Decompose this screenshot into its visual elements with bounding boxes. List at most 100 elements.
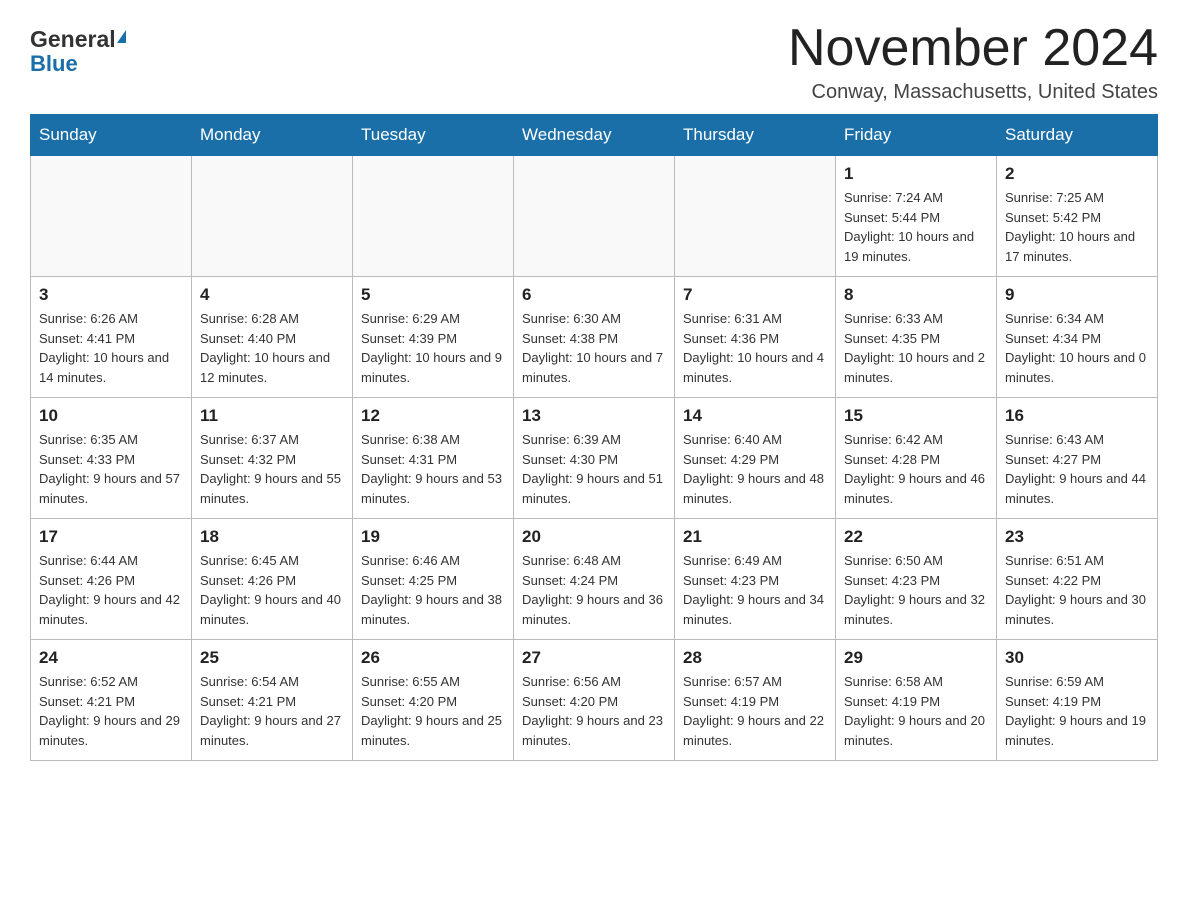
calendar-day-cell [192, 156, 353, 277]
day-number: 9 [1005, 285, 1149, 305]
day-info: Sunrise: 6:58 AMSunset: 4:19 PMDaylight:… [844, 672, 988, 750]
day-number: 26 [361, 648, 505, 668]
day-info: Sunrise: 6:34 AMSunset: 4:34 PMDaylight:… [1005, 309, 1149, 387]
title-block: November 2024 Conway, Massachusetts, Uni… [788, 20, 1158, 104]
page-header: General Blue November 2024 Conway, Massa… [30, 20, 1158, 104]
day-number: 29 [844, 648, 988, 668]
calendar-day-cell: 3 Sunrise: 6:26 AMSunset: 4:41 PMDaylight… [31, 277, 192, 398]
day-info: Sunrise: 6:33 AMSunset: 4:35 PMDaylight:… [844, 309, 988, 387]
calendar-header-row: SundayMondayTuesdayWednesdayThursdayFrid… [31, 115, 1158, 156]
day-info: Sunrise: 6:51 AMSunset: 4:22 PMDaylight:… [1005, 551, 1149, 629]
day-info: Sunrise: 6:38 AMSunset: 4:31 PMDaylight:… [361, 430, 505, 508]
calendar-day-cell: 28Sunrise: 6:57 AMSunset: 4:19 PMDayligh… [675, 640, 836, 761]
calendar-week-row: 3 Sunrise: 6:26 AMSunset: 4:41 PMDaylight… [31, 277, 1158, 398]
day-number: 5 [361, 285, 505, 305]
day-info: Sunrise: 6:26 AMSunset: 4:41 PMDaylight:… [39, 309, 183, 387]
day-number: 4 [200, 285, 344, 305]
calendar-day-cell: 23 Sunrise: 6:51 AMSunset: 4:22 PMDayligh… [997, 519, 1158, 640]
day-info: Sunrise: 6:31 AMSunset: 4:36 PMDaylight:… [683, 309, 827, 387]
calendar-table: SundayMondayTuesdayWednesdayThursdayFrid… [30, 114, 1158, 761]
day-of-week-header: Saturday [997, 115, 1158, 156]
day-info: Sunrise: 6:42 AMSunset: 4:28 PMDaylight:… [844, 430, 988, 508]
calendar-day-cell: 11Sunrise: 6:37 AMSunset: 4:32 PMDayligh… [192, 398, 353, 519]
calendar-day-cell: 29 Sunrise: 6:58 AMSunset: 4:19 PMDayligh… [836, 640, 997, 761]
day-of-week-header: Wednesday [514, 115, 675, 156]
day-info: Sunrise: 6:56 AMSunset: 4:20 PMDaylight:… [522, 672, 666, 750]
day-info: Sunrise: 6:29 AMSunset: 4:39 PMDaylight:… [361, 309, 505, 387]
day-of-week-header: Monday [192, 115, 353, 156]
day-number: 25 [200, 648, 344, 668]
logo: General Blue [30, 20, 126, 77]
day-number: 14 [683, 406, 827, 426]
day-info: Sunrise: 6:45 AMSunset: 4:26 PMDaylight:… [200, 551, 344, 629]
day-number: 24 [39, 648, 183, 668]
day-number: 28 [683, 648, 827, 668]
day-number: 15 [844, 406, 988, 426]
day-number: 3 [39, 285, 183, 305]
day-info: Sunrise: 6:44 AMSunset: 4:26 PMDaylight:… [39, 551, 183, 629]
day-number: 8 [844, 285, 988, 305]
calendar-day-cell [514, 156, 675, 277]
calendar-day-cell: 9 Sunrise: 6:34 AMSunset: 4:34 PMDaylight… [997, 277, 1158, 398]
day-number: 6 [522, 285, 666, 305]
day-info: Sunrise: 6:50 AMSunset: 4:23 PMDaylight:… [844, 551, 988, 629]
day-info: Sunrise: 6:40 AMSunset: 4:29 PMDaylight:… [683, 430, 827, 508]
day-of-week-header: Thursday [675, 115, 836, 156]
calendar-day-cell: 6 Sunrise: 6:30 AMSunset: 4:38 PMDaylight… [514, 277, 675, 398]
day-number: 23 [1005, 527, 1149, 547]
calendar-day-cell: 18 Sunrise: 6:45 AMSunset: 4:26 PMDayligh… [192, 519, 353, 640]
day-info: Sunrise: 7:25 AMSunset: 5:42 PMDaylight:… [1005, 188, 1149, 266]
day-info: Sunrise: 6:43 AMSunset: 4:27 PMDaylight:… [1005, 430, 1149, 508]
day-info: Sunrise: 6:39 AMSunset: 4:30 PMDaylight:… [522, 430, 666, 508]
calendar-day-cell: 22 Sunrise: 6:50 AMSunset: 4:23 PMDayligh… [836, 519, 997, 640]
day-number: 1 [844, 164, 988, 184]
calendar-day-cell: 12 Sunrise: 6:38 AMSunset: 4:31 PMDayligh… [353, 398, 514, 519]
day-number: 18 [200, 527, 344, 547]
day-info: Sunrise: 6:28 AMSunset: 4:40 PMDaylight:… [200, 309, 344, 387]
calendar-day-cell: 13Sunrise: 6:39 AMSunset: 4:30 PMDayligh… [514, 398, 675, 519]
location-subtitle: Conway, Massachusetts, United States [788, 81, 1158, 104]
day-info: Sunrise: 6:46 AMSunset: 4:25 PMDaylight:… [361, 551, 505, 629]
calendar-day-cell: 16 Sunrise: 6:43 AMSunset: 4:27 PMDayligh… [997, 398, 1158, 519]
calendar-day-cell: 25 Sunrise: 6:54 AMSunset: 4:21 PMDayligh… [192, 640, 353, 761]
calendar-day-cell: 20Sunrise: 6:48 AMSunset: 4:24 PMDayligh… [514, 519, 675, 640]
calendar-day-cell: 1Sunrise: 7:24 AMSunset: 5:44 PMDaylight… [836, 156, 997, 277]
day-number: 12 [361, 406, 505, 426]
day-info: Sunrise: 6:35 AMSunset: 4:33 PMDaylight:… [39, 430, 183, 508]
calendar-day-cell: 5 Sunrise: 6:29 AMSunset: 4:39 PMDaylight… [353, 277, 514, 398]
day-number: 17 [39, 527, 183, 547]
day-info: Sunrise: 6:55 AMSunset: 4:20 PMDaylight:… [361, 672, 505, 750]
logo-general-text: General [30, 26, 116, 53]
calendar-day-cell [675, 156, 836, 277]
calendar-day-cell: 7 Sunrise: 6:31 AMSunset: 4:36 PMDaylight… [675, 277, 836, 398]
calendar-day-cell: 21Sunrise: 6:49 AMSunset: 4:23 PMDayligh… [675, 519, 836, 640]
day-info: Sunrise: 6:59 AMSunset: 4:19 PMDaylight:… [1005, 672, 1149, 750]
day-number: 30 [1005, 648, 1149, 668]
day-number: 16 [1005, 406, 1149, 426]
calendar-day-cell: 2Sunrise: 7:25 AMSunset: 5:42 PMDaylight… [997, 156, 1158, 277]
calendar-day-cell: 17 Sunrise: 6:44 AMSunset: 4:26 PMDayligh… [31, 519, 192, 640]
day-of-week-header: Friday [836, 115, 997, 156]
day-of-week-header: Sunday [31, 115, 192, 156]
day-number: 22 [844, 527, 988, 547]
calendar-day-cell: 15 Sunrise: 6:42 AMSunset: 4:28 PMDayligh… [836, 398, 997, 519]
calendar-day-cell: 27 Sunrise: 6:56 AMSunset: 4:20 PMDayligh… [514, 640, 675, 761]
calendar-week-row: 17 Sunrise: 6:44 AMSunset: 4:26 PMDayligh… [31, 519, 1158, 640]
calendar-day-cell: 4 Sunrise: 6:28 AMSunset: 4:40 PMDaylight… [192, 277, 353, 398]
calendar-day-cell: 26 Sunrise: 6:55 AMSunset: 4:20 PMDayligh… [353, 640, 514, 761]
day-of-week-header: Tuesday [353, 115, 514, 156]
calendar-day-cell: 30 Sunrise: 6:59 AMSunset: 4:19 PMDayligh… [997, 640, 1158, 761]
calendar-week-row: 10Sunrise: 6:35 AMSunset: 4:33 PMDayligh… [31, 398, 1158, 519]
day-number: 19 [361, 527, 505, 547]
calendar-day-cell [31, 156, 192, 277]
logo-blue-text: Blue [30, 51, 78, 77]
day-number: 27 [522, 648, 666, 668]
month-title: November 2024 [788, 20, 1158, 77]
day-info: Sunrise: 6:54 AMSunset: 4:21 PMDaylight:… [200, 672, 344, 750]
day-info: Sunrise: 6:30 AMSunset: 4:38 PMDaylight:… [522, 309, 666, 387]
calendar-day-cell: 10Sunrise: 6:35 AMSunset: 4:33 PMDayligh… [31, 398, 192, 519]
day-number: 7 [683, 285, 827, 305]
calendar-day-cell: 19 Sunrise: 6:46 AMSunset: 4:25 PMDayligh… [353, 519, 514, 640]
day-info: Sunrise: 6:52 AMSunset: 4:21 PMDaylight:… [39, 672, 183, 750]
calendar-week-row: 24 Sunrise: 6:52 AMSunset: 4:21 PMDayligh… [31, 640, 1158, 761]
